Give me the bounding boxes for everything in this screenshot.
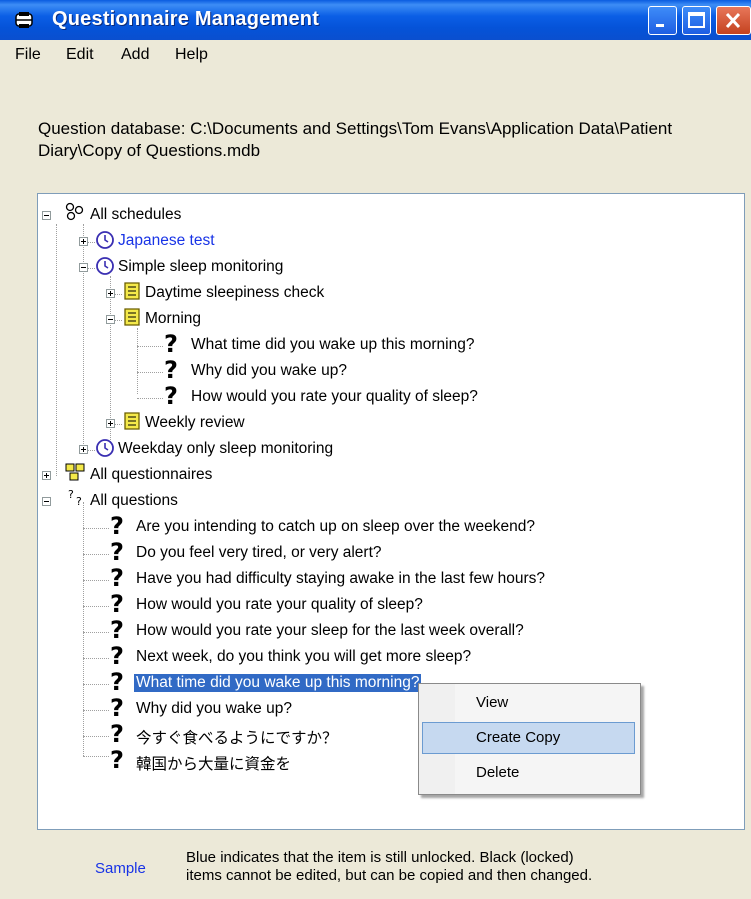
legend-line-1: Blue indicates that the item is still un… (186, 849, 574, 866)
context-menu-create-copy[interactable]: Create Copy (422, 722, 635, 754)
question-icon: ? (164, 382, 178, 410)
menu-bar: File Edit Add Help (0, 40, 751, 72)
tree-node-weekly-review[interactable]: Weekly review (145, 414, 245, 432)
question-list-item[interactable]: How would you rate your quality of sleep… (136, 596, 423, 614)
schedules-folder-icon (65, 202, 84, 221)
question-icon: ? (164, 330, 178, 358)
maximize-icon (688, 12, 705, 28)
schedule-clock-icon (96, 439, 114, 457)
question-icon: ? (110, 538, 124, 566)
collapse-toggle[interactable] (106, 315, 115, 324)
question-list-item[interactable]: Do you feel very tired, or very alert? (136, 544, 382, 562)
tree-connector (137, 328, 138, 394)
window-title: Questionnaire Management (52, 8, 320, 30)
tree-node-simple-sleep[interactable]: Simple sleep monitoring (118, 258, 283, 276)
tree-connector (137, 398, 163, 399)
legend-line-2: items cannot be edited, but can be copie… (186, 867, 593, 884)
legend-text: Blue indicates that the item is still un… (186, 849, 706, 885)
questionnaire-icon (124, 412, 140, 430)
question-icon: ? (110, 694, 124, 722)
context-menu-create-copy-label: Create Copy (476, 729, 561, 746)
tree-connector (83, 658, 109, 659)
tree-connector (137, 372, 163, 373)
expand-toggle[interactable] (106, 419, 115, 428)
question-list-item[interactable]: Next week, do you think you will get mor… (136, 648, 471, 666)
tree-connector (83, 736, 109, 737)
tree-node-all-questionnaires[interactable]: All questionnaires (90, 466, 212, 484)
tree-connector (83, 554, 109, 555)
question-icon: ? (110, 590, 124, 618)
tree-node-all-schedules[interactable]: All schedules (90, 206, 181, 224)
svg-text:?: ? (68, 488, 74, 501)
app-icon (15, 12, 33, 28)
context-menu: View Create Copy Delete (418, 683, 641, 795)
schedule-clock-icon (96, 257, 114, 275)
question-list-item[interactable]: 今すぐ食べるようにですか？ (136, 726, 338, 748)
question-list-item[interactable]: How would you rate your sleep for the la… (136, 622, 524, 640)
schedule-clock-icon (96, 231, 114, 249)
expand-toggle[interactable] (79, 445, 88, 454)
collapse-toggle[interactable] (42, 497, 51, 506)
expand-toggle[interactable] (79, 237, 88, 246)
menu-help[interactable]: Help (175, 46, 208, 64)
collapse-toggle[interactable] (79, 263, 88, 272)
questions-folder-icon: ?? (68, 488, 82, 508)
close-icon (725, 12, 741, 29)
question-icon: ? (110, 642, 124, 670)
context-menu-view-label: View (476, 694, 509, 711)
maximize-button[interactable] (682, 6, 711, 35)
tree-node-question[interactable]: Why did you wake up? (191, 362, 347, 380)
question-list-item[interactable]: Are you intending to catch up on sleep o… (136, 518, 535, 536)
context-menu-delete-label: Delete (476, 764, 520, 781)
tree-connector (83, 580, 109, 581)
tree-connector (137, 346, 163, 347)
minimize-icon (656, 24, 664, 27)
questionnaire-icon (124, 282, 140, 300)
tree-connector (83, 756, 109, 757)
question-icon: ? (164, 356, 178, 384)
questionnaire-icon (124, 308, 140, 326)
tree-node-weekday-sleep[interactable]: Weekday only sleep monitoring (118, 440, 333, 458)
tree-connector (83, 502, 84, 756)
tree-node-japanese-test[interactable]: Japanese test (118, 232, 215, 250)
question-list-item-selected[interactable]: What time did you wake up this morning? (134, 674, 422, 692)
tree-connector (83, 606, 109, 607)
tree-connector (83, 528, 109, 529)
question-list-item[interactable]: Why did you wake up? (136, 700, 292, 718)
question-icon: ? (110, 512, 124, 540)
context-menu-view[interactable]: View (422, 687, 635, 719)
tree-connector (83, 632, 109, 633)
close-button[interactable] (716, 6, 751, 35)
tree-connector (83, 684, 109, 685)
question-icon: ? (110, 746, 124, 774)
tree-node-all-questions[interactable]: All questions (90, 492, 178, 510)
question-icon: ? (110, 564, 124, 592)
expand-toggle[interactable] (106, 289, 115, 298)
questionnaire-management-window: Questionnaire Management File Edit Add H… (0, 0, 751, 899)
expand-toggle[interactable] (42, 471, 51, 480)
tree-node-daytime-check[interactable]: Daytime sleepiness check (145, 284, 324, 302)
question-icon: ? (110, 720, 124, 748)
database-path-label: Question database: C:\Documents and Sett… (38, 119, 673, 160)
context-menu-delete[interactable]: Delete (422, 757, 635, 789)
tree-connector (83, 710, 109, 711)
tree-connector (56, 224, 57, 476)
menu-edit[interactable]: Edit (66, 46, 94, 64)
menu-add[interactable]: Add (121, 46, 149, 64)
title-bar[interactable]: Questionnaire Management (0, 0, 751, 40)
questionnaires-folder-icon (65, 463, 85, 481)
question-icon: ? (110, 616, 124, 644)
tree-node-question[interactable]: What time did you wake up this morning? (191, 336, 474, 354)
tree-node-morning[interactable]: Morning (145, 310, 201, 328)
svg-text:?: ? (76, 495, 82, 508)
question-list-item[interactable]: 韓国から大量に資金を (136, 752, 291, 774)
collapse-toggle[interactable] (42, 211, 51, 220)
question-list-item[interactable]: Have you had difficulty staying awake in… (136, 570, 545, 588)
tree-node-question[interactable]: How would you rate your quality of sleep… (191, 388, 478, 406)
tree-connector (83, 224, 84, 450)
question-icon: ? (110, 668, 124, 696)
menu-file[interactable]: File (15, 46, 41, 64)
sample-unlocked-text: Sample (95, 860, 146, 877)
minimize-button[interactable] (648, 6, 677, 35)
